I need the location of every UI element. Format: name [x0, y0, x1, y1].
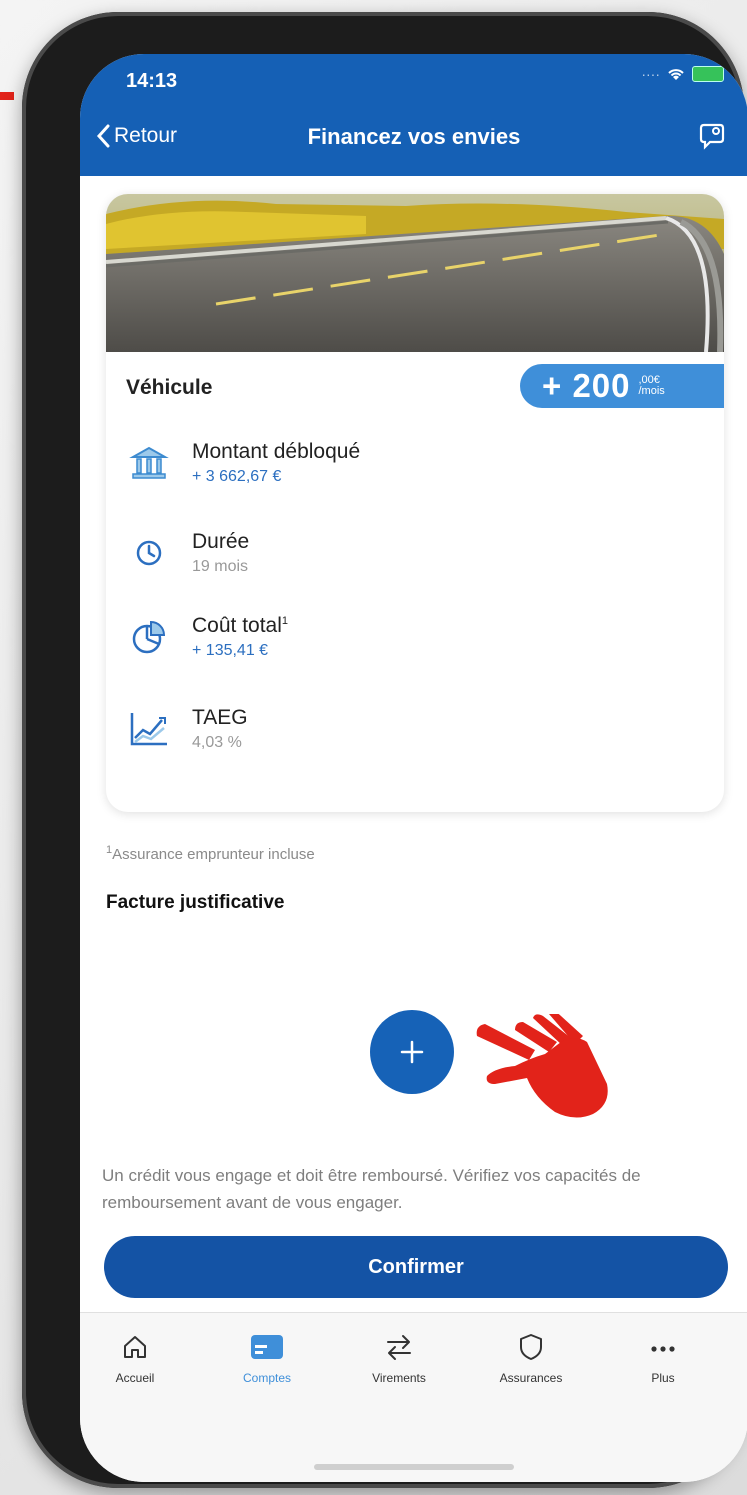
page-title: Financez vos envies: [307, 124, 521, 149]
tab-label: Virements: [372, 1371, 426, 1385]
detail-value: + 135,41 €: [192, 642, 269, 659]
tab-comptes[interactable]: Comptes: [212, 1333, 322, 1385]
insurance-note: 1Assurance emprunteur incluse: [106, 844, 315, 863]
pointing-hand-icon: [476, 1014, 608, 1118]
road-banner-image: [106, 194, 724, 352]
loan-summary-card: Véhicule + 200 ,00€ /mois Montant débloq…: [106, 194, 724, 812]
detail-duration: Durée 19 mois: [126, 530, 249, 576]
bottom-tab-bar: Accueil Comptes Virements Assurances Plu…: [80, 1312, 747, 1482]
home-indicator: [314, 1464, 514, 1470]
insurance-note-text: Assurance emprunteur incluse: [112, 846, 315, 863]
monthly-amount: + 200: [542, 367, 631, 404]
detail-label: TAEG: [192, 706, 248, 729]
transfer-icon: [387, 1335, 411, 1360]
monthly-amount-suffix: ,00€ /mois: [639, 375, 665, 397]
monthly-amount-unit: /mois: [638, 385, 665, 397]
detail-label: Coût total1: [192, 614, 288, 638]
tab-label: Plus: [651, 1371, 675, 1385]
battery-icon: [692, 66, 724, 82]
home-icon: [124, 1336, 146, 1358]
clock-icon: [126, 530, 172, 576]
monthly-amount-badge: + 200 ,00€ /mois: [520, 364, 724, 408]
invoice-section-title: Facture justificative: [106, 892, 285, 913]
phone-frame: 14:13 ···· Retour Financez vos envies Vé…: [22, 12, 747, 1488]
tab-label: Assurances: [499, 1371, 563, 1385]
bank-icon: [126, 440, 172, 486]
line-chart-icon: [126, 706, 172, 752]
tab-virements[interactable]: Virements: [344, 1333, 454, 1385]
app-header: 14:13 ···· Retour Financez vos envies: [80, 54, 747, 176]
detail-value: 4,03 %: [192, 734, 242, 751]
tab-accueil[interactable]: Accueil: [80, 1333, 190, 1385]
detail-value: 19 mois: [192, 558, 249, 575]
detail-label: Durée: [192, 530, 250, 553]
detail-amount: Montant débloqué + 3 662,67 €: [126, 440, 360, 486]
credit-disclaimer: Un crédit vous engage et doit être rembo…: [102, 1166, 641, 1212]
detail-label-text: Coût total: [192, 614, 282, 637]
pie-chart-icon: [126, 614, 172, 660]
signal-icon: ····: [641, 66, 660, 82]
detail-total-cost: Coût total1 + 135,41 €: [126, 614, 288, 660]
tab-label: Accueil: [115, 1371, 155, 1385]
detail-label: Montant débloqué: [192, 440, 361, 463]
loan-type-title: Véhicule: [126, 376, 213, 399]
status-time: 14:13: [126, 70, 178, 92]
detail-value: + 3 662,67 €: [192, 468, 282, 485]
phone-screen: 14:13 ···· Retour Financez vos envies Vé…: [80, 54, 747, 1482]
confirm-button[interactable]: Confirmer: [104, 1236, 728, 1298]
wifi-icon: [668, 69, 684, 80]
detail-taeg: TAEG 4,03 %: [126, 706, 248, 752]
add-invoice-button[interactable]: [370, 1010, 454, 1094]
contact-advisor-icon[interactable]: [698, 122, 726, 150]
more-icon: [651, 1346, 675, 1352]
plus-icon: [400, 1040, 424, 1064]
status-icons: ····: [641, 66, 724, 82]
red-accent-mark: [0, 92, 14, 100]
footnote-marker: 1: [281, 615, 289, 627]
tab-plus[interactable]: Plus: [608, 1333, 718, 1385]
card-icon: [251, 1335, 283, 1359]
shield-icon: [520, 1334, 542, 1360]
tab-label: Comptes: [242, 1371, 292, 1385]
tab-assurances[interactable]: Assurances: [476, 1333, 586, 1385]
